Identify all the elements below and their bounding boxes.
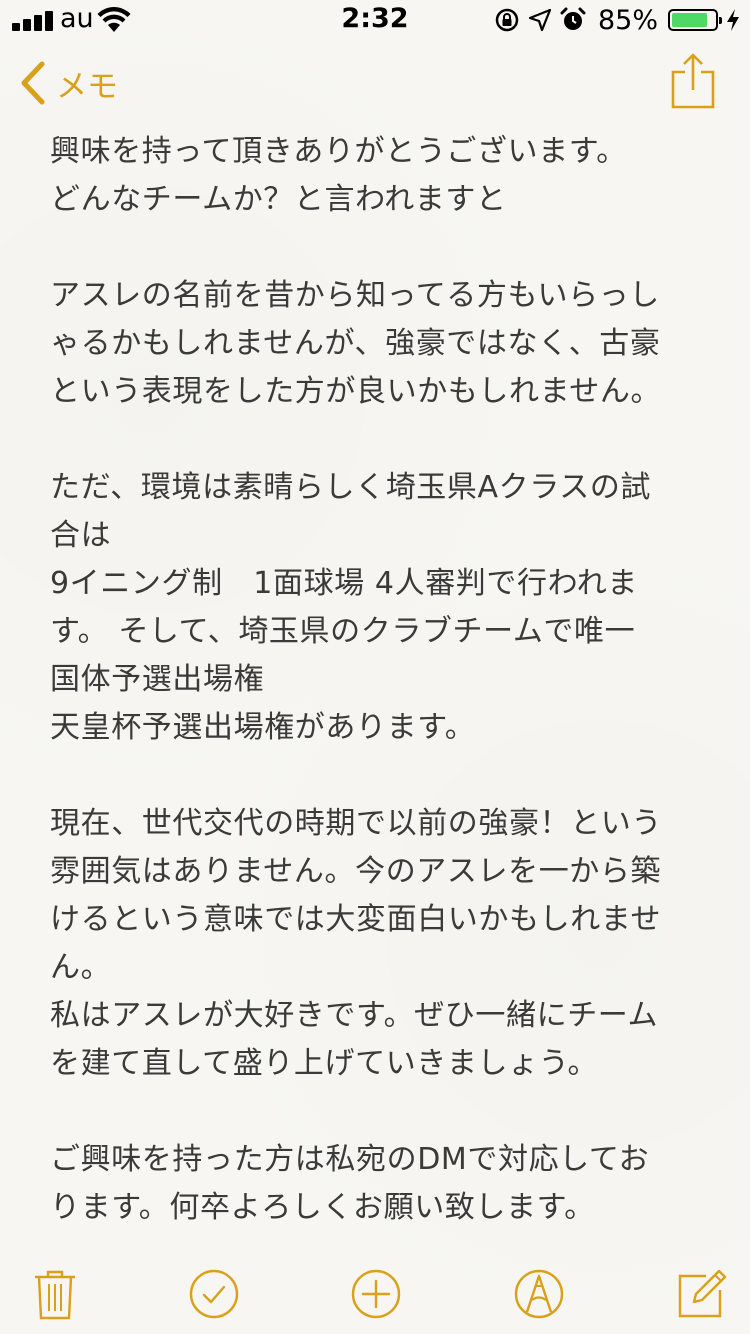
note-line: ご興味を持った方は私宛のDMで対応してお xyxy=(50,1142,650,1177)
alarm-icon xyxy=(560,7,586,30)
note-text-area[interactable]: 興味を持って頂きありがとうございます。 どんなチームか？と言われますとアスレの名前… xyxy=(50,128,710,1232)
note-line: 私はアスレが大好きです。ぜひ一緒にチーム xyxy=(50,998,659,1033)
chevron-left-icon xyxy=(21,61,45,105)
status-bar: au 2:32 85% xyxy=(0,0,750,40)
note-line: アスレの名前を昔から知ってる方もいらっし xyxy=(50,278,660,313)
compose-icon[interactable] xyxy=(676,1268,728,1320)
note-blank-line xyxy=(50,752,710,800)
note-line: けるという意味では大変面白いかもしれませ xyxy=(50,902,662,937)
add-icon[interactable] xyxy=(350,1268,402,1320)
note-line: 国体予選出場権 xyxy=(50,662,265,697)
share-icon[interactable] xyxy=(670,52,716,110)
battery-percentage: 85% xyxy=(597,4,658,36)
note-line: 雰囲気はありません。今のアスレを一から築 xyxy=(50,854,662,889)
charging-bolt-icon xyxy=(727,9,739,31)
note-line: 9イニング制 1面球場 4人審判で行われま xyxy=(50,566,638,601)
bottom-toolbar xyxy=(0,1246,750,1334)
note-line: ん。 xyxy=(50,950,112,985)
note-line: ゃるかもしれませんが、強豪ではなく、古豪 xyxy=(50,326,661,361)
note-blank-line xyxy=(50,1088,710,1136)
battery-icon xyxy=(668,9,722,31)
sketch-icon[interactable] xyxy=(513,1268,565,1320)
checklist-icon[interactable] xyxy=(188,1268,240,1320)
back-button-label: メモ xyxy=(56,68,118,105)
note-line: ります。何卒よろしくお願い致します。 xyxy=(50,1190,595,1225)
note-line: という表現をした方が良いかもしれません。 xyxy=(50,374,662,409)
note-line: 興味を持って頂きありがとうございます。 xyxy=(50,134,627,169)
navigation-bar: メモ xyxy=(0,40,750,128)
note-line: を建て直して盛り上げていきましょう。 xyxy=(50,1046,599,1081)
note-blank-line xyxy=(50,416,710,464)
note-line: どんなチームか？と言われますと xyxy=(50,182,507,217)
orientation-lock-icon xyxy=(495,8,519,32)
note-line: す。 そして、埼玉県のクラブチームで唯一 xyxy=(50,614,636,649)
note-line: 現在、世代交代の時期で以前の強豪！という xyxy=(50,806,662,841)
trash-icon[interactable] xyxy=(29,1268,81,1320)
battery-level-fill xyxy=(672,13,708,27)
note-blank-line xyxy=(50,224,710,272)
location-arrow-icon xyxy=(528,8,552,32)
note-line: 天皇杯予選出場権があります。 xyxy=(50,710,476,745)
note-line: 合は xyxy=(50,518,112,553)
note-line: ただ、環境は素晴らしく埼玉県Aクラスの試 xyxy=(50,470,652,505)
back-button[interactable]: メモ xyxy=(20,60,118,106)
